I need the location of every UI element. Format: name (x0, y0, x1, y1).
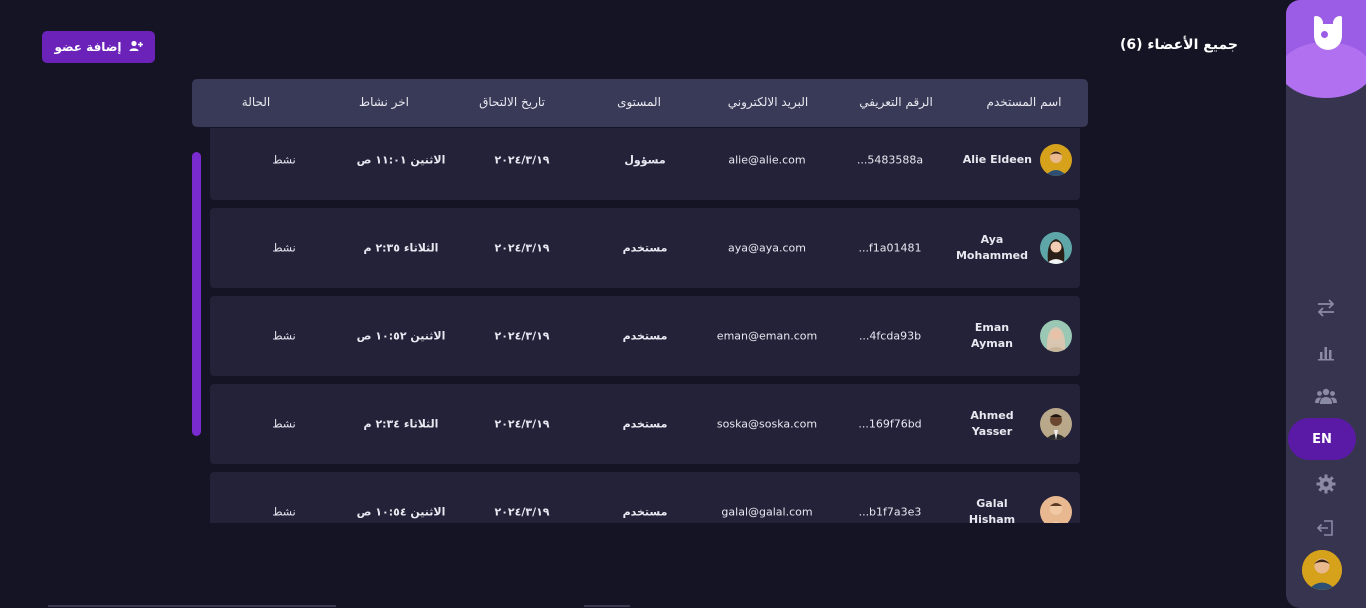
level-cell: مسؤول (624, 153, 666, 167)
table-body: نشط الاثنين ١١:٠١ ص ٢٠٢٤/٣/١٩ مسؤول alie… (210, 128, 1080, 523)
last-active-cell: الثلاثاء ٢:٣٥ م (363, 241, 439, 255)
email-cell: aya@aya.com (728, 241, 806, 255)
joined-cell: ٢٠٢٤/٣/١٩ (494, 241, 550, 255)
swap-icon[interactable] (1310, 292, 1342, 324)
scrollbar-thumb[interactable] (192, 152, 201, 436)
col-status[interactable]: الحالة (242, 95, 270, 109)
id-cell: ...4fcda93b (858, 329, 922, 343)
col-username[interactable]: اسم المستخدم (987, 95, 1062, 109)
level-cell: مستخدم (622, 241, 668, 255)
table-row[interactable]: نشط الثلاثاء ٢:٣٥ م ٢٠٢٤/٣/١٩ مستخدم aya… (210, 208, 1080, 288)
joined-cell: ٢٠٢٤/٣/١٩ (494, 505, 550, 519)
username-cell: Eman Ayman (970, 321, 1013, 350)
avatar (1040, 232, 1072, 264)
id-cell: ...169f76bd (858, 417, 922, 431)
add-member-button[interactable]: إضافة عضو (42, 31, 155, 63)
divider (48, 605, 336, 607)
username-cell: Ahmed Yasser (970, 409, 1014, 438)
divider (584, 605, 630, 607)
status-cell: نشط (272, 241, 296, 255)
col-email[interactable]: البريد الالكتروني (728, 95, 809, 109)
table-row[interactable]: نشط الاثنين ١٠:٥٤ ص ٢٠٢٤/٣/١٩ مستخدم gal… (210, 472, 1080, 523)
table-row[interactable]: نشط الثلاثاء ٢:٣٤ م ٢٠٢٤/٣/١٩ مستخدم sos… (210, 384, 1080, 464)
status-cell: نشط (272, 505, 296, 519)
username-cell: Alie Eldeen (962, 153, 1032, 166)
username-cell: Aya Mohammed (955, 233, 1028, 262)
last-active-cell: الثلاثاء ٢:٣٤ م (363, 417, 439, 431)
users-icon[interactable] (1310, 380, 1342, 412)
sidebar: EN (1286, 0, 1366, 608)
level-cell: مستخدم (622, 329, 668, 343)
email-cell: alie@alie.com (728, 153, 806, 167)
id-cell: ...b1f7a3e3 (858, 505, 922, 519)
email-cell: galal@galal.com (721, 505, 813, 519)
email-cell: eman@eman.com (716, 329, 818, 343)
table-row[interactable]: نشط الاثنين ١١:٠١ ص ٢٠٢٤/٣/١٩ مسؤول alie… (210, 128, 1080, 200)
level-cell: مستخدم (622, 505, 668, 519)
language-toggle[interactable]: EN (1288, 418, 1356, 460)
add-user-icon (129, 40, 143, 55)
avatar (1040, 496, 1072, 523)
table-header: اسم المستخدم الرقم التعريفي البريد الالك… (192, 79, 1088, 127)
status-cell: نشط (272, 153, 296, 167)
level-cell: مستخدم (622, 417, 668, 431)
avatar (1040, 144, 1072, 176)
last-active-cell: الاثنين ١٠:٥٤ ص (356, 505, 446, 519)
col-level[interactable]: المستوى (617, 95, 661, 109)
last-active-cell: الاثنين ١٠:٥٢ ص (356, 329, 446, 343)
joined-cell: ٢٠٢٤/٣/١٩ (494, 417, 550, 431)
page-title: جميع الأعضاء (6) (1119, 37, 1238, 53)
logout-icon[interactable] (1310, 512, 1342, 544)
add-member-label: إضافة عضو (54, 40, 122, 54)
table-row[interactable]: نشط الاثنين ١٠:٥٢ ص ٢٠٢٤/٣/١٩ مستخدم ema… (210, 296, 1080, 376)
status-cell: نشط (272, 417, 296, 431)
last-active-cell: الاثنين ١١:٠١ ص (356, 153, 446, 167)
id-cell: ...5483588a (856, 153, 924, 167)
joined-cell: ٢٠٢٤/٣/١٩ (494, 153, 550, 167)
col-last-active[interactable]: اخر نشاط (359, 95, 409, 109)
app-logo[interactable] (1286, 0, 1366, 98)
col-joined[interactable]: تاريخ الالتحاق (479, 95, 545, 109)
chart-icon[interactable] (1310, 336, 1342, 368)
id-cell: ...f1a01481 (858, 241, 922, 255)
col-id[interactable]: الرقم التعريفي (859, 95, 933, 109)
joined-cell: ٢٠٢٤/٣/١٩ (494, 329, 550, 343)
user-avatar[interactable] (1302, 550, 1342, 590)
avatar (1040, 320, 1072, 352)
avatar (1040, 408, 1072, 440)
status-cell: نشط (272, 329, 296, 343)
email-cell: soska@soska.com (716, 417, 818, 431)
gear-icon[interactable] (1310, 468, 1342, 500)
username-cell: Galal Hisham (968, 497, 1016, 523)
